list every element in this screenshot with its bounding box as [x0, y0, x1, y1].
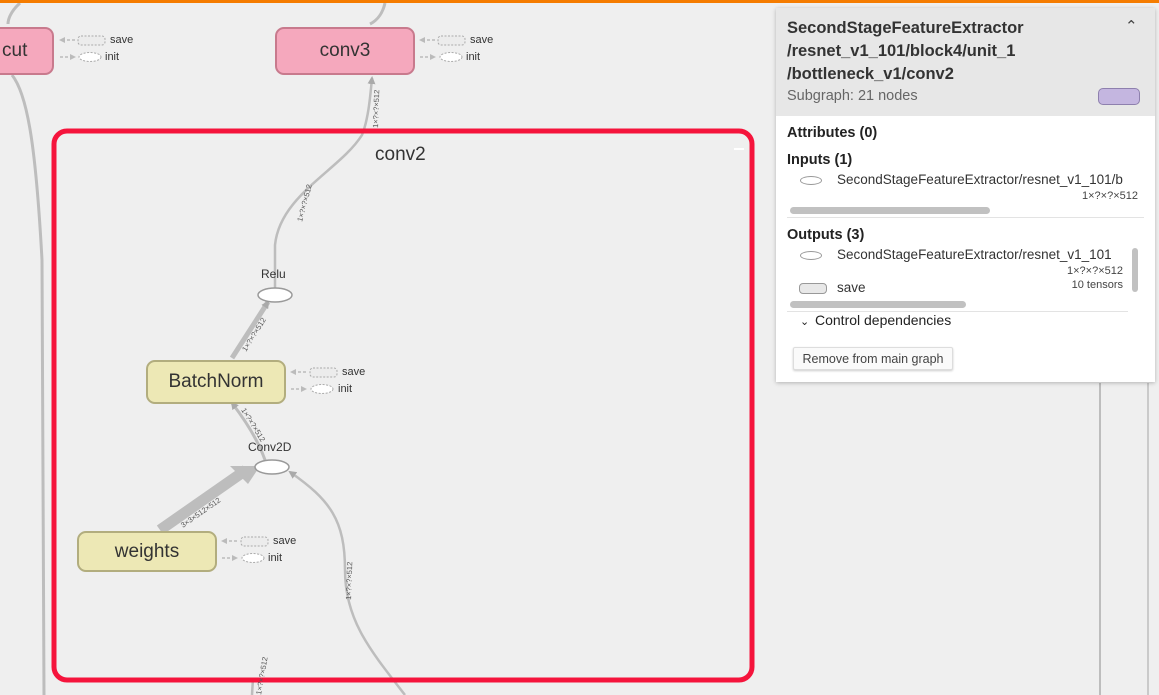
save-label: save	[110, 34, 134, 46]
save-summary-icon	[240, 536, 269, 547]
edge-line	[10, 74, 46, 695]
tensor-ellipse-icon	[800, 251, 822, 260]
tensor-rect-icon	[799, 283, 827, 294]
edge-label-bottom: 1×?×?×512	[254, 656, 269, 695]
edge-weights-to-conv2d	[156, 465, 250, 535]
chevron-down-icon[interactable]: ⌄	[800, 315, 809, 328]
init-summary-icon	[310, 384, 334, 394]
group-conv2-border[interactable]	[51, 128, 755, 683]
init-summary-icon	[241, 553, 265, 563]
remove-from-main-graph-button[interactable]: Remove from main graph	[793, 347, 953, 370]
conv2d-op-ellipse[interactable]	[254, 459, 290, 475]
panel-subtitle: Subgraph: 21 nodes	[787, 88, 918, 104]
attributes-heading: Attributes (0)	[787, 125, 878, 141]
save-label: save	[273, 535, 297, 547]
panel-title-line: SecondStageFeatureExtractor	[787, 19, 1024, 37]
panel-title: SecondStageFeatureExtractor /resnet_v1_1…	[787, 17, 1117, 86]
init-summary-icon	[78, 52, 102, 62]
node-weights[interactable]: weights	[77, 531, 217, 572]
input-name[interactable]: SecondStageFeatureExtractor/resnet_v1_10…	[837, 172, 1155, 187]
init-label: init	[338, 383, 353, 395]
output-name[interactable]: SecondStageFeatureExtractor/resnet_v1_10…	[837, 247, 1129, 262]
relu-label: Relu	[261, 267, 286, 281]
input-shape: 1×?×?×512	[1082, 190, 1138, 202]
group-collapse-icon[interactable]	[734, 148, 744, 150]
node-info-panel: SecondStageFeatureExtractor /resnet_v1_1…	[776, 8, 1155, 382]
panel-title-line: /resnet_v1_101/block4/unit_1	[787, 42, 1016, 60]
edge-line	[369, 3, 387, 26]
control-dependencies-toggle[interactable]: Control dependencies	[815, 312, 951, 328]
chevron-up-icon[interactable]: ⌃	[1125, 17, 1138, 35]
node-color-swatch	[1098, 88, 1140, 105]
outputs-horizontal-scrollbar[interactable]	[790, 301, 966, 308]
save-summary-icon	[77, 35, 106, 46]
outputs-vertical-scrollbar[interactable]	[1132, 248, 1138, 292]
init-label: init	[268, 552, 283, 564]
conv2d-label: Conv2D	[248, 440, 292, 454]
divider	[787, 217, 1144, 218]
node-batchnorm[interactable]: BatchNorm	[146, 360, 286, 404]
relu-op-ellipse[interactable]	[257, 287, 293, 303]
edge-relu-to-conv3	[273, 76, 376, 288]
edge-label-relu-out: 1×?×?×512	[295, 183, 314, 222]
save-label: save	[342, 366, 366, 378]
inputs-heading: Inputs (1)	[787, 152, 853, 168]
save-summary-icon	[309, 367, 338, 378]
init-label: init	[466, 51, 481, 63]
panel-title-line: /bottleneck_v1/conv2	[787, 65, 954, 83]
edge-label-to-conv3: 1×?×?×512	[371, 90, 381, 128]
edge-batchnorm-to-relu	[229, 300, 271, 360]
node-conv3[interactable]: conv3	[275, 27, 415, 75]
output-shape: 1×?×?×512	[1067, 265, 1123, 277]
init-summary-icon	[439, 52, 463, 62]
output-shape: 10 tensors	[1071, 279, 1123, 291]
edge-label-input: 1×?×?×512	[344, 562, 354, 600]
node-shortcut[interactable]: cut	[0, 27, 54, 75]
inputs-horizontal-scrollbar[interactable]	[790, 207, 990, 214]
outputs-heading: Outputs (3)	[787, 227, 865, 243]
save-label: save	[470, 34, 494, 46]
init-label: init	[105, 51, 120, 63]
output-name[interactable]: save	[837, 280, 866, 295]
save-summary-icon	[437, 35, 466, 46]
group-conv2-title: conv2	[375, 144, 426, 165]
edge-label-conv2d-to-bn: 1×?×?×512	[239, 406, 267, 443]
tensor-ellipse-icon	[800, 176, 822, 185]
edge-line	[6, 3, 22, 25]
